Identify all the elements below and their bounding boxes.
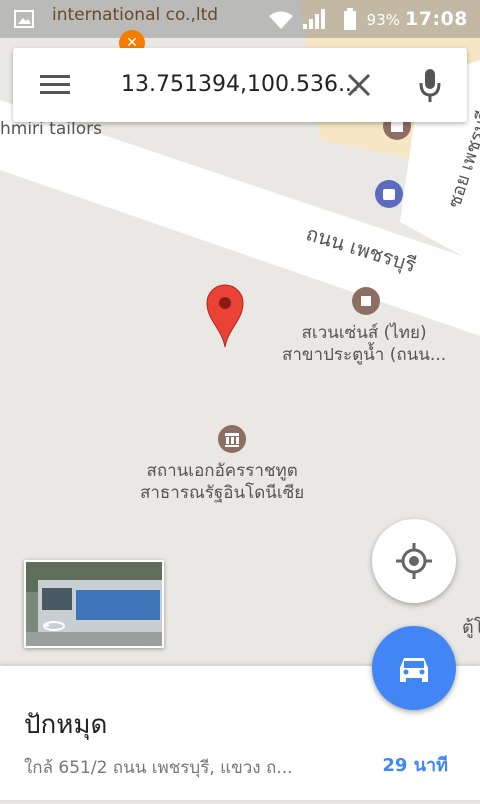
shopping-bag-icon[interactable] <box>375 180 403 208</box>
signal-icon <box>303 9 325 29</box>
embassy-icon[interactable] <box>218 425 246 453</box>
battery-icon <box>344 8 356 30</box>
street-view-image <box>26 562 162 646</box>
map-label-business-top[interactable]: international co.,ltd <box>52 4 218 26</box>
image-notification-icon <box>14 10 34 28</box>
search-bar[interactable]: 13.751394,100.536... <box>13 48 467 122</box>
travel-time: 29 นาที <box>382 755 448 776</box>
battery-percent: 93% <box>366 11 400 29</box>
status-time: 17:08 <box>405 8 468 30</box>
search-input[interactable]: 13.751394,100.536... <box>121 72 359 97</box>
menu-icon[interactable] <box>40 74 70 96</box>
map-label-edge[interactable]: ตู้โ <box>462 617 480 639</box>
wifi-icon <box>269 11 293 29</box>
rotate-360-icon <box>43 621 65 631</box>
crosshair-icon <box>396 543 432 579</box>
place-title: ปักหมุด <box>24 710 108 740</box>
dropped-pin-icon[interactable] <box>206 284 244 348</box>
store-icon[interactable] <box>352 287 380 315</box>
street-view-thumbnail[interactable] <box>24 560 164 648</box>
place-address: ใกล้ 651/2 ถนน เพชรบุรี, แขวง ถ... <box>24 758 293 778</box>
map-label-store[interactable]: สเวนเซ่นส์ (ไทย) สาขาประตูน้ำ (ถนน... <box>282 322 446 366</box>
directions-button[interactable] <box>372 626 456 710</box>
clear-icon[interactable] <box>347 73 371 97</box>
microphone-icon[interactable] <box>419 69 441 103</box>
my-location-button[interactable] <box>372 519 456 603</box>
car-icon <box>400 658 428 682</box>
map-label-embassy[interactable]: สถานเอกอัครราชทูต สาธารณรัฐอินโดนีเซีย <box>140 460 304 504</box>
